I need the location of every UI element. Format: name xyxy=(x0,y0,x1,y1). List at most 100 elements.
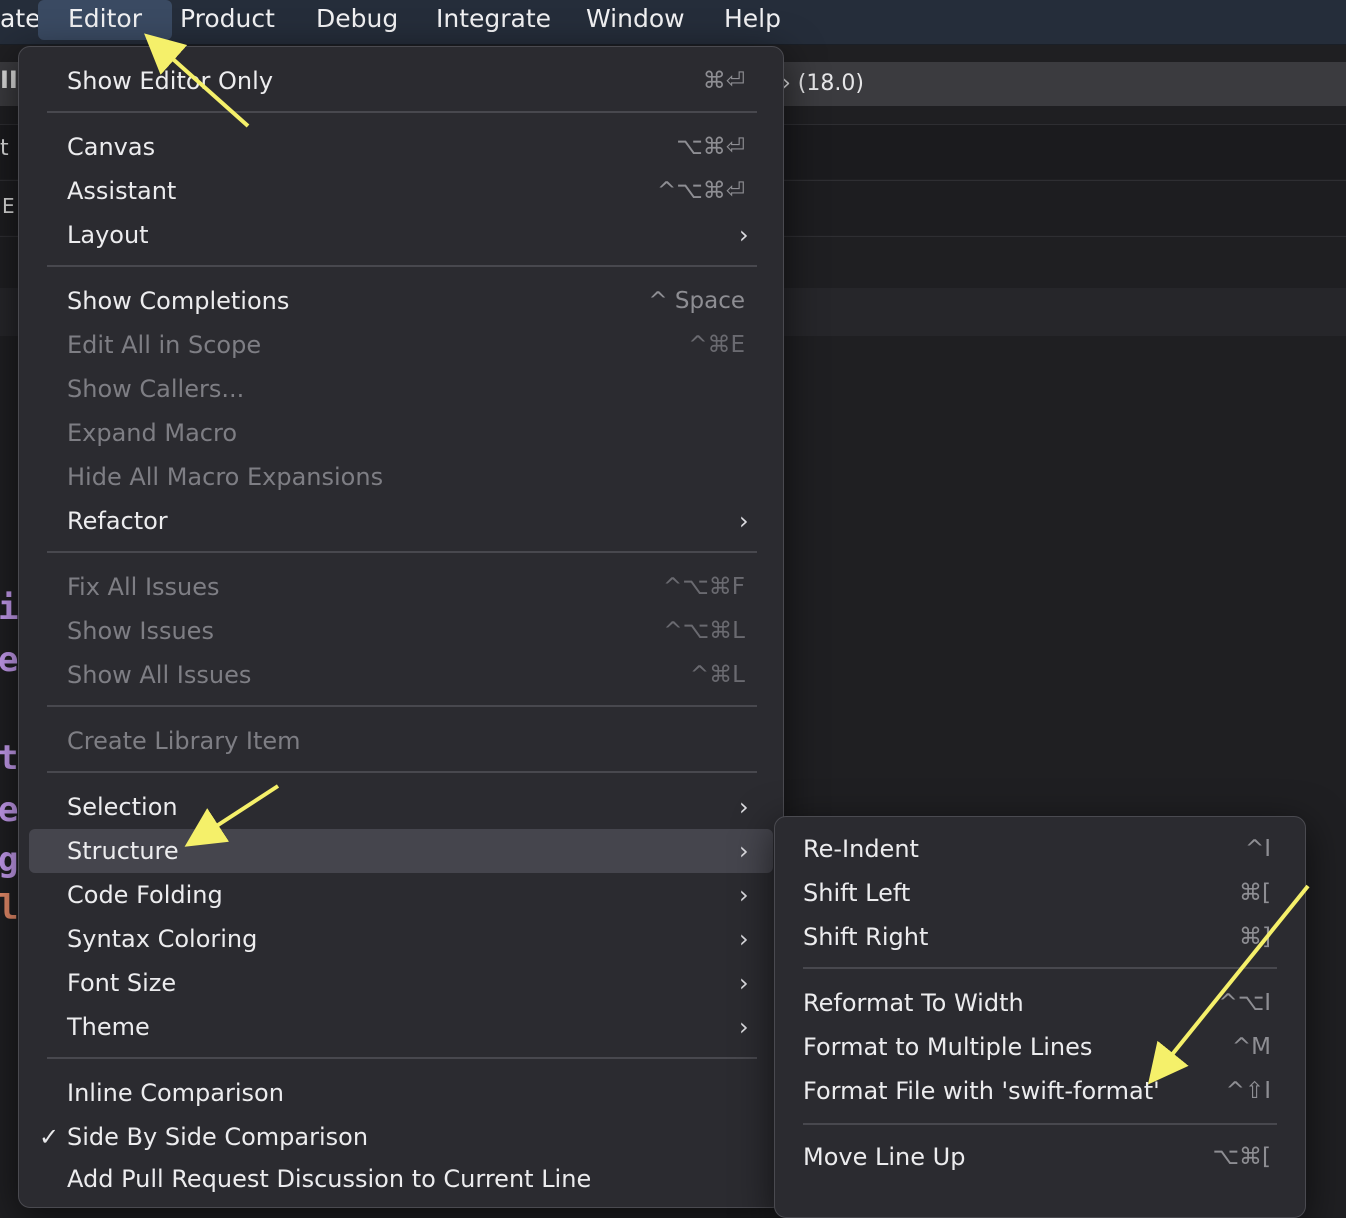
menu-item-label: Theme xyxy=(67,1013,150,1041)
chevron-right-icon: › xyxy=(739,837,749,865)
editor-menu-item-show-callers[interactable]: Show Callers... xyxy=(19,367,783,411)
menubar-item-navigate[interactable]: ate xyxy=(0,0,41,40)
menu-item-label: Hide All Macro Expansions xyxy=(67,463,384,491)
menu-separator xyxy=(47,265,757,267)
editor-menu-item-inline-comparison[interactable]: Inline Comparison xyxy=(19,1071,783,1115)
menu-item-label: Edit All in Scope xyxy=(67,331,262,359)
editor-menu-item-canvas[interactable]: Canvas ⌥⌘⏎ xyxy=(19,125,783,169)
menu-item-label: Create Library Item xyxy=(67,727,301,755)
shortcut-label: ⌘⏎ xyxy=(702,68,745,94)
menu-item-label: Selection xyxy=(67,793,178,821)
editor-menu-item-show-issues[interactable]: Show Issues ^⌥⌘L xyxy=(19,609,783,653)
structure-menu-item-re-indent[interactable]: Re-Indent ^I xyxy=(775,827,1305,871)
menubar-item-window[interactable]: Window xyxy=(586,0,685,40)
menu-item-label: Canvas xyxy=(67,133,156,161)
chevron-right-icon: › xyxy=(739,1013,749,1041)
menu-item-label: Code Folding xyxy=(67,881,223,909)
structure-menu-item-shift-right[interactable]: Shift Right ⌘] xyxy=(775,915,1305,959)
code-char: g xyxy=(0,840,19,880)
editor-menu-item-create-library-item[interactable]: Create Library Item xyxy=(19,719,783,763)
menu-item-label: Expand Macro xyxy=(67,419,238,447)
menu-item-label: Syntax Coloring xyxy=(67,925,258,953)
structure-menu-item-format-to-multiple-lines[interactable]: Format to Multiple Lines ^M xyxy=(775,1025,1305,1069)
menubar-item-integrate[interactable]: Integrate xyxy=(436,0,551,40)
menu-item-label: Side By Side Comparison xyxy=(67,1123,369,1151)
menu-item-label: Show Issues xyxy=(67,617,214,645)
menu-item-label: Inline Comparison xyxy=(67,1079,284,1107)
toolbar-status-text: › (18.0) xyxy=(782,71,864,96)
shortcut-label: ^⌥⌘F xyxy=(662,574,745,600)
shortcut-label: ⌥⌘[ xyxy=(1212,1144,1271,1170)
chevron-right-icon: › xyxy=(739,925,749,953)
editor-menu-item-assistant[interactable]: Assistant ^⌥⌘⏎ xyxy=(19,169,783,213)
menu-item-label: Show Completions xyxy=(67,287,290,315)
menu-item-label: Shift Right xyxy=(803,923,929,951)
menu-item-label: Fix All Issues xyxy=(67,573,220,601)
menubar-item-debug[interactable]: Debug xyxy=(316,0,398,40)
code-char: t xyxy=(0,738,19,778)
menu-separator xyxy=(47,705,757,707)
editor-menu-item-font-size[interactable]: Font Size › xyxy=(19,961,783,1005)
editor-menu-item-edit-all-in-scope[interactable]: Edit All in Scope ^⌘E xyxy=(19,323,783,367)
menu-item-label: Re-Indent xyxy=(803,835,919,863)
editor-menu-item-refactor[interactable]: Refactor › xyxy=(19,499,783,543)
editor-menu-item-hide-all-macro-expansions[interactable]: Hide All Macro Expansions xyxy=(19,455,783,499)
editor-menu-item-show-completions[interactable]: Show Completions ^ Space xyxy=(19,279,783,323)
editor-menu-item-structure[interactable]: Structure › xyxy=(29,829,773,873)
editor-menu-item-code-folding[interactable]: Code Folding › xyxy=(19,873,783,917)
shortcut-label: ⌘[ xyxy=(1239,880,1271,906)
menu-item-label: Move Line Up xyxy=(803,1143,966,1171)
editor-menu-item-fix-all-issues[interactable]: Fix All Issues ^⌥⌘F xyxy=(19,565,783,609)
editor-menu-item-syntax-coloring[interactable]: Syntax Coloring › xyxy=(19,917,783,961)
structure-menu-item-move-line-up[interactable]: Move Line Up ⌥⌘[ xyxy=(775,1135,1305,1179)
left-fragment-2: t xyxy=(0,136,9,161)
shortcut-label: ^⌥⌘⏎ xyxy=(656,178,745,204)
chevron-right-icon: › xyxy=(739,881,749,909)
left-fragment-3: E xyxy=(2,194,15,218)
menu-separator xyxy=(803,1123,1277,1125)
editor-menu-item-show-all-issues[interactable]: Show All Issues ^⌘L xyxy=(19,653,783,697)
menu-item-label: Structure xyxy=(67,837,179,865)
menu-separator xyxy=(803,967,1277,969)
chevron-right-icon: › xyxy=(739,793,749,821)
chevron-right-icon: › xyxy=(739,969,749,997)
code-char: i xyxy=(0,588,19,628)
editor-menu-item-side-by-side-comparison[interactable]: Side By Side Comparison ✓ xyxy=(19,1115,783,1159)
menu-item-label: Show Callers... xyxy=(67,375,245,403)
chevron-right-icon: › xyxy=(739,221,749,249)
shortcut-label: ^⌥I xyxy=(1218,990,1271,1016)
editor-menu-item-add-pull-request-discussion-to-current-line[interactable]: Add Pull Request Discussion to Current L… xyxy=(19,1157,783,1201)
structure-menu-item-reformat-to-width[interactable]: Reformat To Width ^⌥I xyxy=(775,981,1305,1025)
structure-menu-item-shift-left[interactable]: Shift Left ⌘[ xyxy=(775,871,1305,915)
menu-item-label: Reformat To Width xyxy=(803,989,1024,1017)
menu-item-label: Format to Multiple Lines xyxy=(803,1033,1093,1061)
structure-submenu: Re-Indent ^I Shift Left ⌘[ Shift Right ⌘] Refo… xyxy=(774,816,1306,1218)
editor-menu-item-layout[interactable]: Layout › xyxy=(19,213,783,257)
chevron-right-icon: › xyxy=(739,507,749,535)
shortcut-label: ^⌘L xyxy=(689,662,745,688)
code-char: l xyxy=(0,888,19,928)
shortcut-label: ^I xyxy=(1244,836,1271,862)
menu-item-label: Layout xyxy=(67,221,149,249)
editor-menu-item-selection[interactable]: Selection › xyxy=(19,785,783,829)
menu-item-label: Shift Left xyxy=(803,879,911,907)
editor-menu: Show Editor Only ⌘⏎ Canvas ⌥⌘⏎ Assistant ^⌥⌘⏎… xyxy=(18,46,784,1208)
menubar-item-product[interactable]: Product xyxy=(180,0,275,40)
editor-menu-item-theme[interactable]: Theme › xyxy=(19,1005,783,1049)
shortcut-label: ^M xyxy=(1231,1034,1271,1060)
menu-item-label: Refactor xyxy=(67,507,168,535)
editor-menu-item-expand-macro[interactable]: Expand Macro xyxy=(19,411,783,455)
structure-menu-item-format-file-with-swift-format[interactable]: Format File with 'swift-format' ^⇧I xyxy=(775,1069,1305,1113)
checkmark-icon: ✓ xyxy=(39,1123,60,1151)
menu-separator xyxy=(47,771,757,773)
menubar-item-editor[interactable]: Editor xyxy=(38,0,172,40)
menu-item-label: Show All Issues xyxy=(67,661,252,689)
menu-separator xyxy=(47,111,757,113)
menu-separator xyxy=(47,551,757,553)
menubar-item-help[interactable]: Help xyxy=(724,0,781,40)
editor-menu-item-show-editor-only[interactable]: Show Editor Only ⌘⏎ xyxy=(19,59,783,103)
menu-item-label: Format File with 'swift-format' xyxy=(803,1077,1160,1105)
shortcut-label: ⌥⌘⏎ xyxy=(676,134,745,160)
menu-item-label: Show Editor Only xyxy=(67,67,274,95)
code-char: e xyxy=(0,790,19,830)
